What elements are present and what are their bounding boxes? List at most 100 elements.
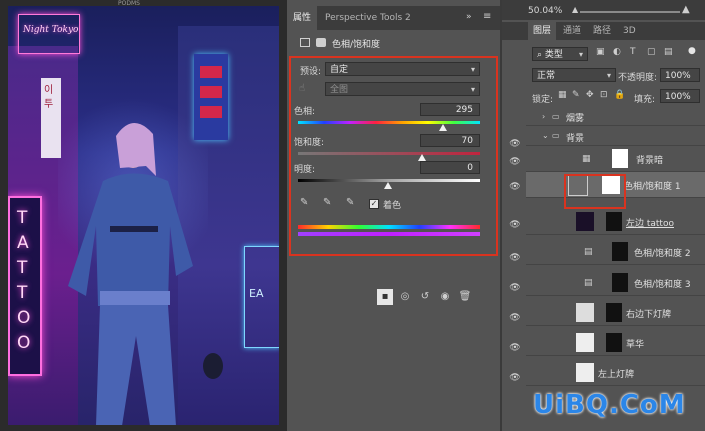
- group-expand-icon[interactable]: ›: [542, 112, 545, 121]
- adjustment-title: 色相/饱和度: [332, 40, 381, 50]
- hue-slider-track[interactable]: [298, 121, 480, 124]
- colorize-checkbox[interactable]: ✓: [369, 199, 379, 209]
- layer-name: 右边下灯牌: [626, 310, 672, 320]
- layer-name: 背景: [566, 134, 585, 144]
- highlight-box-layer: [564, 174, 626, 209]
- channel-dropdown[interactable]: 全图 ▾: [325, 82, 480, 96]
- eyedropper-icon[interactable]: ✎: [300, 197, 308, 208]
- opacity-label: 不透明度:: [618, 73, 658, 83]
- document-canvas-area[interactable]: PODMS Night Tokyo 이 투 EA TATTOO: [0, 0, 287, 431]
- eye-icon[interactable]: 👁: [508, 157, 522, 167]
- zoom-small-icon[interactable]: ▲: [572, 5, 578, 14]
- figure-strap: [110, 226, 158, 232]
- preset-value: 自定: [330, 65, 349, 75]
- hue-slider-thumb[interactable]: [439, 124, 447, 131]
- preset-dropdown[interactable]: 自定 ▾: [325, 62, 480, 76]
- layer-name: 左上灯牌: [598, 370, 635, 380]
- view-previous-icon[interactable]: ◎: [397, 289, 413, 305]
- saturation-value-field[interactable]: 70: [420, 134, 480, 147]
- layer-mask-thumbnail: [606, 333, 622, 352]
- eye-icon[interactable]: 👁: [508, 373, 522, 383]
- eye-icon[interactable]: 👁: [508, 253, 522, 263]
- eye-icon[interactable]: 👁: [508, 283, 522, 293]
- filter-type-icon[interactable]: T: [630, 47, 636, 57]
- layer-row[interactable]: 草华: [526, 330, 705, 356]
- layer-mask-thumbnail: [606, 303, 622, 322]
- eye-icon[interactable]: 👁: [508, 182, 522, 192]
- eye-icon[interactable]: 👁: [508, 343, 522, 353]
- filter-shape-icon[interactable]: ▢: [647, 47, 656, 57]
- chevron-down-icon: ▾: [606, 71, 611, 80]
- clip-to-layer-icon[interactable]: ▪: [377, 289, 393, 305]
- trash-icon[interactable]: 🗑: [457, 289, 473, 305]
- filter-pixel-icon[interactable]: ▣: [596, 47, 605, 57]
- layers-panel: 50.04% ▲ ▲ 图层 通道 路径 3D ⌕ 类型 ▾ ▣ ◐ T ▢ ▤ …: [502, 0, 705, 431]
- collapse-icon[interactable]: »: [466, 12, 472, 22]
- layer-thumbnail: [576, 303, 594, 322]
- zoom-large-icon[interactable]: ▲: [682, 4, 690, 15]
- layer-row[interactable]: ▤ 色相/饱和度 2: [526, 239, 705, 265]
- eye-icon[interactable]: 👁: [508, 220, 522, 230]
- lock-paint-icon[interactable]: ✎: [572, 90, 580, 100]
- lightness-slider-thumb[interactable]: [384, 182, 392, 189]
- zoom-value[interactable]: 50.04%: [528, 6, 562, 16]
- layer-row-background-group[interactable]: ⌄ ▭ 背景: [526, 126, 705, 146]
- zoom-slider[interactable]: [580, 11, 680, 13]
- layer-row-smoke-group[interactable]: › ▭ 烟雾: [526, 108, 705, 126]
- targeted-adjustment-hand-icon[interactable]: ☝: [299, 83, 305, 94]
- layer-row[interactable]: 左上灯牌: [526, 360, 705, 386]
- hue-value-field[interactable]: 295: [420, 103, 480, 116]
- layer-row[interactable]: ▦ 背景暗: [526, 146, 705, 172]
- saturation-slider-track[interactable]: [298, 152, 480, 155]
- lock-all-icon[interactable]: 🔒: [614, 90, 625, 100]
- channel-value: 全图: [330, 85, 349, 95]
- mask-icon[interactable]: [316, 38, 326, 47]
- lock-artboard-icon[interactable]: ⊡: [600, 90, 608, 100]
- navigator-bar: 50.04% ▲ ▲: [502, 0, 705, 20]
- right-lower-sign: EA: [244, 246, 279, 348]
- filter-smart-icon[interactable]: ▤: [664, 47, 673, 57]
- saturation-slider-thumb[interactable]: [418, 154, 426, 161]
- lightness-value-field[interactable]: 0: [420, 161, 480, 174]
- eye-icon[interactable]: 👁: [508, 313, 522, 323]
- layer-name: 色相/饱和度 3: [634, 280, 691, 290]
- layer-row[interactable]: 右边下灯牌: [526, 300, 705, 326]
- eye-icon[interactable]: 👁: [508, 139, 522, 149]
- eyedropper-plus-icon[interactable]: ✎: [323, 197, 331, 208]
- chevron-down-icon: ▾: [578, 50, 583, 59]
- search-icon: ⌕: [537, 50, 543, 60]
- tab-channels[interactable]: 通道: [558, 22, 586, 40]
- fill-field[interactable]: 100%: [660, 89, 700, 103]
- adjustment-layer-icon: ▤: [584, 247, 593, 257]
- fill-value: 100%: [665, 92, 691, 102]
- sign-block: [200, 86, 222, 98]
- tab-paths[interactable]: 路径: [588, 22, 616, 40]
- layer-name: 草华: [626, 340, 645, 350]
- tab-3d[interactable]: 3D: [618, 22, 641, 40]
- group-collapse-icon[interactable]: ⌄: [542, 131, 549, 140]
- chevron-down-icon: ▾: [470, 85, 475, 94]
- panel-menu-icon[interactable]: ≡: [483, 11, 491, 22]
- visibility-icon[interactable]: ◉: [437, 289, 453, 305]
- layer-row[interactable]: ▤ 色相/饱和度 3: [526, 270, 705, 296]
- blend-mode-dropdown[interactable]: 正常 ▾: [532, 68, 616, 82]
- filter-toggle-icon[interactable]: ●: [688, 46, 696, 56]
- lock-move-icon[interactable]: ✥: [586, 90, 594, 100]
- tab-properties[interactable]: 属性: [287, 6, 318, 30]
- eyedropper-minus-icon[interactable]: ✎: [346, 197, 354, 208]
- layer-row[interactable]: 左边 tattoo: [526, 209, 705, 235]
- canvas-image[interactable]: Night Tokyo 이 투 EA TATTOO: [8, 6, 279, 425]
- filter-kind: 类型: [544, 50, 563, 60]
- tab-layers[interactable]: 图层: [528, 22, 557, 40]
- layer-filter-dropdown[interactable]: ⌕ 类型 ▾: [532, 47, 588, 61]
- properties-panel: 属性 Perspective Tools 2 » ≡ 色相/饱和度 预设: 自定…: [287, 6, 500, 312]
- filter-adjustment-icon[interactable]: ◐: [613, 47, 621, 57]
- tab-perspective-tools[interactable]: Perspective Tools 2: [319, 6, 417, 30]
- lock-transparency-icon[interactable]: ▦: [558, 90, 567, 100]
- reset-icon[interactable]: ↺: [417, 289, 433, 305]
- sign-block: [200, 66, 222, 78]
- opacity-field[interactable]: 100%: [660, 68, 700, 82]
- properties-footer: ▪ ◎ ↺ ◉ 🗑: [377, 289, 487, 307]
- layers-tab-bar: 图层 通道 路径 3D: [502, 22, 705, 40]
- lightness-label: 明度:: [294, 165, 316, 175]
